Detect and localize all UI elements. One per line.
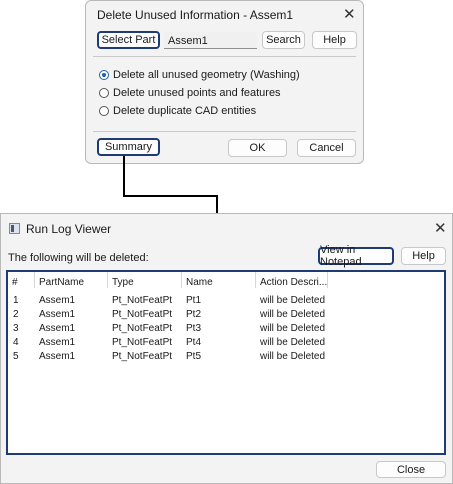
radio-selected-icon (99, 70, 109, 80)
name-cell: Pt5 (186, 351, 202, 362)
dialog-title: Run Log Viewer (26, 222, 112, 236)
info-text: The following will be deleted: (8, 252, 149, 264)
row-index: 2 (13, 309, 19, 320)
search-button[interactable]: Search (262, 31, 305, 49)
type-cell: Pt_NotFeatPt (112, 295, 173, 306)
action-cell: will be Deleted (260, 337, 326, 348)
connector-line (123, 195, 218, 197)
part-name-cell: Assem1 (39, 323, 76, 334)
option-delete-unused-points[interactable]: Delete unused points and features (99, 87, 281, 99)
divider (93, 56, 356, 57)
name-cell: Pt1 (186, 295, 202, 306)
action-cell: will be Deleted (260, 309, 326, 320)
run-log-table[interactable]: # PartName Type Name Action Descri... 1 … (6, 270, 446, 455)
divider (93, 131, 356, 132)
action-cell: will be Deleted (260, 295, 326, 306)
select-part-button[interactable]: Select Part (97, 31, 160, 49)
ok-button[interactable]: OK (228, 139, 287, 157)
close-icon[interactable]: ✕ (434, 221, 447, 236)
name-cell: Pt4 (186, 337, 202, 348)
help-button[interactable]: Help (312, 31, 357, 49)
column-header[interactable]: PartName (35, 272, 108, 288)
radio-icon (99, 88, 109, 98)
type-cell: Pt_NotFeatPt (112, 323, 173, 334)
dialog-title: Delete Unused Information - Assem1 (97, 8, 294, 22)
type-cell: Pt_NotFeatPt (112, 351, 173, 362)
part-name-cell: Assem1 (39, 295, 76, 306)
option-label: Delete all unused geometry (Washing) (113, 69, 300, 81)
delete-unused-dialog: Delete Unused Information - Assem1 ✕ Sel… (85, 0, 364, 164)
help-button[interactable]: Help (401, 247, 446, 265)
type-cell: Pt_NotFeatPt (112, 309, 173, 320)
part-name-field[interactable]: Assem1 (164, 32, 257, 49)
action-cell: will be Deleted (260, 323, 326, 334)
name-cell: Pt2 (186, 309, 202, 320)
summary-button[interactable]: Summary (97, 138, 160, 156)
close-button[interactable]: Close (376, 461, 446, 478)
type-cell: Pt_NotFeatPt (112, 337, 173, 348)
column-header[interactable]: Type (108, 272, 182, 288)
option-delete-all-unused[interactable]: Delete all unused geometry (Washing) (99, 69, 300, 81)
connector-line (123, 156, 125, 197)
action-cell: will be Deleted (260, 351, 326, 362)
option-delete-duplicate-cad[interactable]: Delete duplicate CAD entities (99, 105, 256, 117)
radio-icon (99, 106, 109, 116)
name-cell: Pt3 (186, 323, 202, 334)
row-index: 3 (13, 323, 19, 334)
part-name-cell: Assem1 (39, 309, 76, 320)
row-index: 4 (13, 337, 19, 348)
column-header[interactable]: Name (182, 272, 256, 288)
part-name-cell: Assem1 (39, 337, 76, 348)
cancel-button[interactable]: Cancel (297, 139, 356, 157)
option-label: Delete duplicate CAD entities (113, 105, 257, 117)
close-icon[interactable]: ✕ (343, 7, 356, 22)
column-header[interactable]: # (8, 272, 35, 288)
view-in-notepad-button[interactable]: View in Notepad (318, 244, 394, 268)
column-header[interactable]: Action Descri... (256, 272, 328, 288)
part-name-cell: Assem1 (39, 351, 76, 362)
row-index: 5 (13, 351, 19, 362)
run-log-app-icon (9, 223, 20, 234)
option-label: Delete unused points and features (113, 87, 281, 99)
row-index: 1 (13, 295, 19, 306)
